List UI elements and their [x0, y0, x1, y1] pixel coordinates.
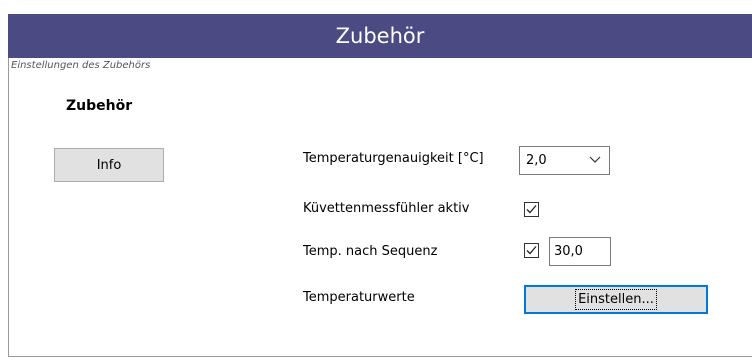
window-title: Zubehör	[335, 24, 425, 48]
checkmark-icon	[526, 205, 537, 214]
chevron-down-icon	[589, 156, 601, 163]
temp-nach-sequenz-label: Temp. nach Sequenz	[303, 244, 438, 259]
temperaturgenauigkeit-label: Temperaturgenauigkeit [°C]	[303, 151, 484, 166]
temperaturgenauigkeit-value: 2,0	[526, 153, 547, 168]
info-button-label: Info	[96, 157, 122, 173]
temperaturgenauigkeit-select[interactable]: 2,0	[519, 146, 610, 175]
info-button[interactable]: Info	[54, 148, 164, 182]
temperaturwerte-label: Temperaturwerte	[303, 290, 415, 305]
title-bar: Zubehör	[8, 14, 752, 58]
kuevettenmessfuehler-label: Küvettenmessfühler aktiv	[303, 201, 470, 216]
temp-nach-sequenz-checkbox[interactable]	[524, 243, 539, 258]
checkmark-icon	[526, 246, 537, 255]
einstellen-button[interactable]: Einstellen...	[524, 285, 708, 314]
section-heading: Zubehör	[66, 98, 133, 114]
temp-nach-sequenz-input[interactable]	[549, 237, 611, 266]
kuevettenmessfuehler-checkbox[interactable]	[524, 202, 539, 217]
einstellen-button-label: Einstellen...	[575, 289, 657, 310]
page-subtitle: Einstellungen des Zubehörs	[11, 60, 151, 71]
